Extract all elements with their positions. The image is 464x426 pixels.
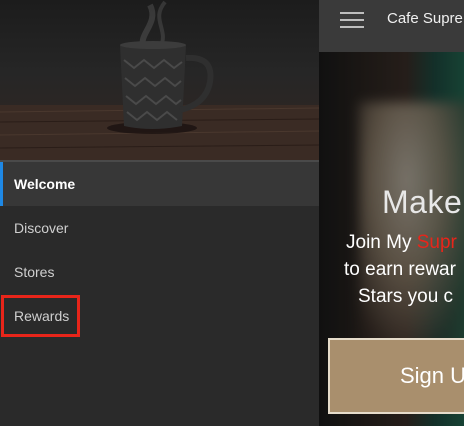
hamburger-menu-icon[interactable] — [340, 12, 364, 30]
nav-item-stores[interactable]: Stores — [0, 250, 319, 294]
drawer-hero-image — [0, 0, 319, 160]
promo-banner: Make Join My Supr to earn rewar Stars yo… — [319, 52, 464, 426]
promo-text-line-1: Join My Supr — [346, 232, 457, 254]
promo-brand-name: Supr — [416, 232, 457, 253]
promo-text-line-2: to earn rewar — [344, 259, 456, 280]
nav-item-welcome[interactable]: Welcome — [0, 162, 319, 206]
rewards-highlight-box — [1, 295, 80, 337]
nav-item-label: Discover — [14, 220, 69, 236]
nav-item-discover[interactable]: Discover — [0, 206, 319, 250]
app-bar: Cafe Supre — [319, 0, 464, 52]
nav-item-label: Welcome — [14, 176, 76, 192]
main-content: Cafe Supre Make Join My Supr to earn rew… — [319, 0, 464, 426]
sign-up-button[interactable]: Sign U — [328, 338, 464, 414]
app-title: Cafe Supre — [387, 10, 463, 27]
promo-text-line-3: Stars you c — [358, 286, 454, 307]
nav-item-label: Stores — [14, 264, 55, 280]
promo-line-1-prefix: Join My — [346, 232, 417, 253]
promo-heading: Make — [382, 184, 463, 220]
navigation-drawer: Welcome Discover Stores Rewards — [0, 0, 319, 426]
